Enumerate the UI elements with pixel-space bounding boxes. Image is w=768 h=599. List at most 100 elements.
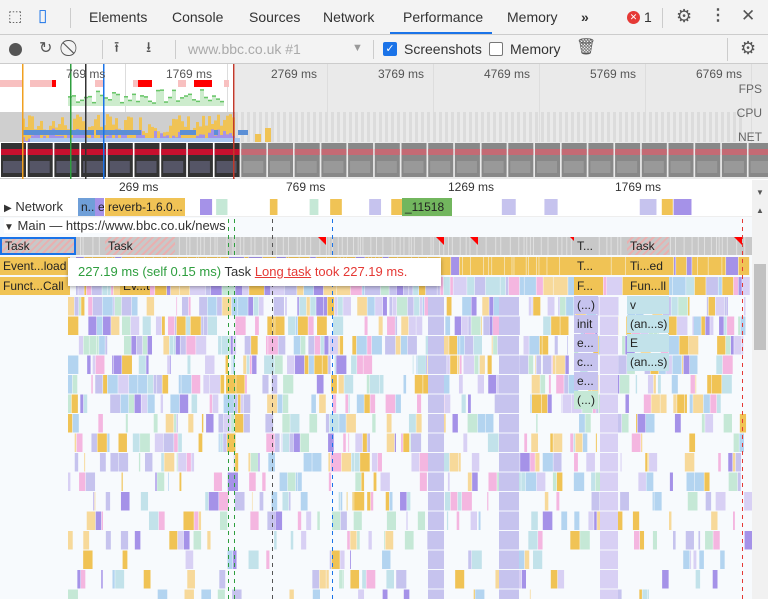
capture-settings-gear-icon[interactable]: ⚙ xyxy=(740,39,756,57)
script-block[interactable]: c... xyxy=(574,353,598,371)
flame-block xyxy=(219,492,229,511)
timing-marker xyxy=(234,387,235,391)
flame-block xyxy=(409,433,411,452)
device-toolbar-icon[interactable]: ▯ xyxy=(38,7,47,24)
record-button[interactable] xyxy=(9,43,22,56)
scroll-down-arrow-icon[interactable]: ▼ xyxy=(756,188,764,197)
event-block[interactable]: T... xyxy=(574,257,598,275)
script-block[interactable]: (...) xyxy=(574,391,598,409)
flame-block xyxy=(396,570,407,589)
flame-block xyxy=(647,375,654,394)
more-options-icon[interactable]: ⋮ xyxy=(710,8,726,24)
flame-block xyxy=(704,472,710,491)
task-divider xyxy=(98,237,100,255)
script-block[interactable]: E xyxy=(627,334,669,352)
flame-block xyxy=(649,453,658,472)
script-block[interactable]: init xyxy=(574,315,598,333)
flame-block xyxy=(561,511,568,530)
network-request[interactable]: e xyxy=(95,198,104,216)
task-block[interactable]: Task xyxy=(105,237,175,255)
timing-marker xyxy=(234,411,235,415)
cpu-hatch xyxy=(667,112,670,142)
network-request[interactable]: reverb-1.6.0... xyxy=(105,198,185,216)
settings-gear-icon[interactable]: ⚙ xyxy=(676,7,692,25)
flame-block xyxy=(403,433,410,452)
event-block[interactable]: Event...load xyxy=(0,257,70,275)
cpu-hatch xyxy=(379,112,382,142)
timing-marker xyxy=(742,491,743,495)
cpu-hatch xyxy=(463,112,466,142)
timing-marker xyxy=(272,315,273,319)
function-call-block[interactable]: Fun...ll xyxy=(627,277,669,295)
tab-sources[interactable]: Sources xyxy=(249,9,300,25)
load-profile-icon[interactable]: ⭱ xyxy=(114,40,119,56)
memory-checkbox[interactable] xyxy=(489,42,503,56)
memory-label[interactable]: Memory xyxy=(510,41,561,57)
error-icon[interactable]: ✕ xyxy=(627,11,640,24)
vertical-scrollbar[interactable]: ▼ ▲ xyxy=(752,180,768,599)
script-block[interactable]: (...) xyxy=(574,296,598,314)
cpu-hatch xyxy=(625,112,628,142)
flame-block xyxy=(508,277,520,295)
flame-block xyxy=(499,414,519,433)
tab-memory[interactable]: Memory xyxy=(507,9,558,25)
network-request[interactable]: n... xyxy=(78,198,95,216)
flame-block xyxy=(346,492,348,511)
cpu-hatch xyxy=(271,112,274,142)
function-call-block[interactable]: F... xyxy=(574,277,598,295)
flame-block xyxy=(248,453,251,472)
screenshots-checkbox[interactable]: ✓ xyxy=(383,42,397,56)
fps-line xyxy=(88,95,92,98)
network-track-header[interactable]: ▶ Network xyxy=(4,199,63,214)
close-icon[interactable]: ✕ xyxy=(741,7,755,24)
tab-performance[interactable]: Performance xyxy=(403,9,483,25)
flame-block xyxy=(523,336,529,355)
flame-block xyxy=(426,355,427,374)
function-call-block[interactable]: Funct...Call xyxy=(0,277,70,295)
inspect-element-icon[interactable]: ⬚ xyxy=(8,9,22,25)
script-block[interactable]: (an...s) xyxy=(627,315,669,333)
save-profile-icon[interactable]: ⭳ xyxy=(146,40,151,56)
tab-elements[interactable]: Elements xyxy=(89,9,147,25)
reload-record-icon[interactable]: ↻ xyxy=(39,41,52,57)
more-tabs-button[interactable]: » xyxy=(581,9,589,25)
script-block[interactable]: v xyxy=(627,296,669,314)
timing-marker xyxy=(742,243,743,247)
timing-marker xyxy=(272,491,273,495)
flame-block xyxy=(389,297,393,316)
network-request xyxy=(269,199,278,215)
timeline-overview[interactable]: 769 ms 1769 ms 2769 ms 3769 ms 4769 ms 5… xyxy=(0,64,768,179)
cpu-scripting xyxy=(265,128,271,142)
flame-block xyxy=(78,336,84,355)
error-count[interactable]: 1 xyxy=(644,9,652,25)
timing-marker xyxy=(234,587,235,591)
script-block[interactable]: e... xyxy=(574,334,598,352)
flame-block xyxy=(370,394,376,413)
long-task-link[interactable]: Long task xyxy=(255,264,311,279)
flame-block xyxy=(295,355,305,374)
scroll-up-arrow-icon[interactable]: ▲ xyxy=(756,206,764,215)
flame-block xyxy=(677,394,685,413)
main-track-header[interactable]: ▼ Main — https://www.bbc.co.uk/news xyxy=(4,218,228,233)
recording-select[interactable]: www.bbc.co.uk #1 xyxy=(188,41,301,57)
task-block-selected[interactable]: Task xyxy=(0,237,76,255)
task-block[interactable]: T... xyxy=(574,237,598,255)
flame-block xyxy=(733,433,739,452)
script-block[interactable]: (an...s) xyxy=(627,353,669,371)
event-block[interactable]: Ti...ed xyxy=(627,257,669,275)
screenshots-label[interactable]: Screenshots xyxy=(404,41,482,57)
flame-block xyxy=(551,355,553,374)
scrollbar-thumb[interactable] xyxy=(754,264,766,350)
flame-block xyxy=(483,257,489,275)
trash-icon[interactable]: 🗑 xyxy=(576,40,596,56)
timing-marker xyxy=(332,355,333,359)
tab-console[interactable]: Console xyxy=(172,9,223,25)
network-request[interactable]: _11518 xyxy=(402,198,452,216)
task-block[interactable]: Task xyxy=(627,237,669,255)
select-chevron-down-icon[interactable]: ▼ xyxy=(352,42,363,54)
tab-network[interactable]: Network xyxy=(323,9,374,25)
timing-marker xyxy=(332,339,333,343)
flame-block xyxy=(176,316,186,335)
script-block[interactable]: e... xyxy=(574,372,598,390)
task-divider xyxy=(300,237,302,255)
